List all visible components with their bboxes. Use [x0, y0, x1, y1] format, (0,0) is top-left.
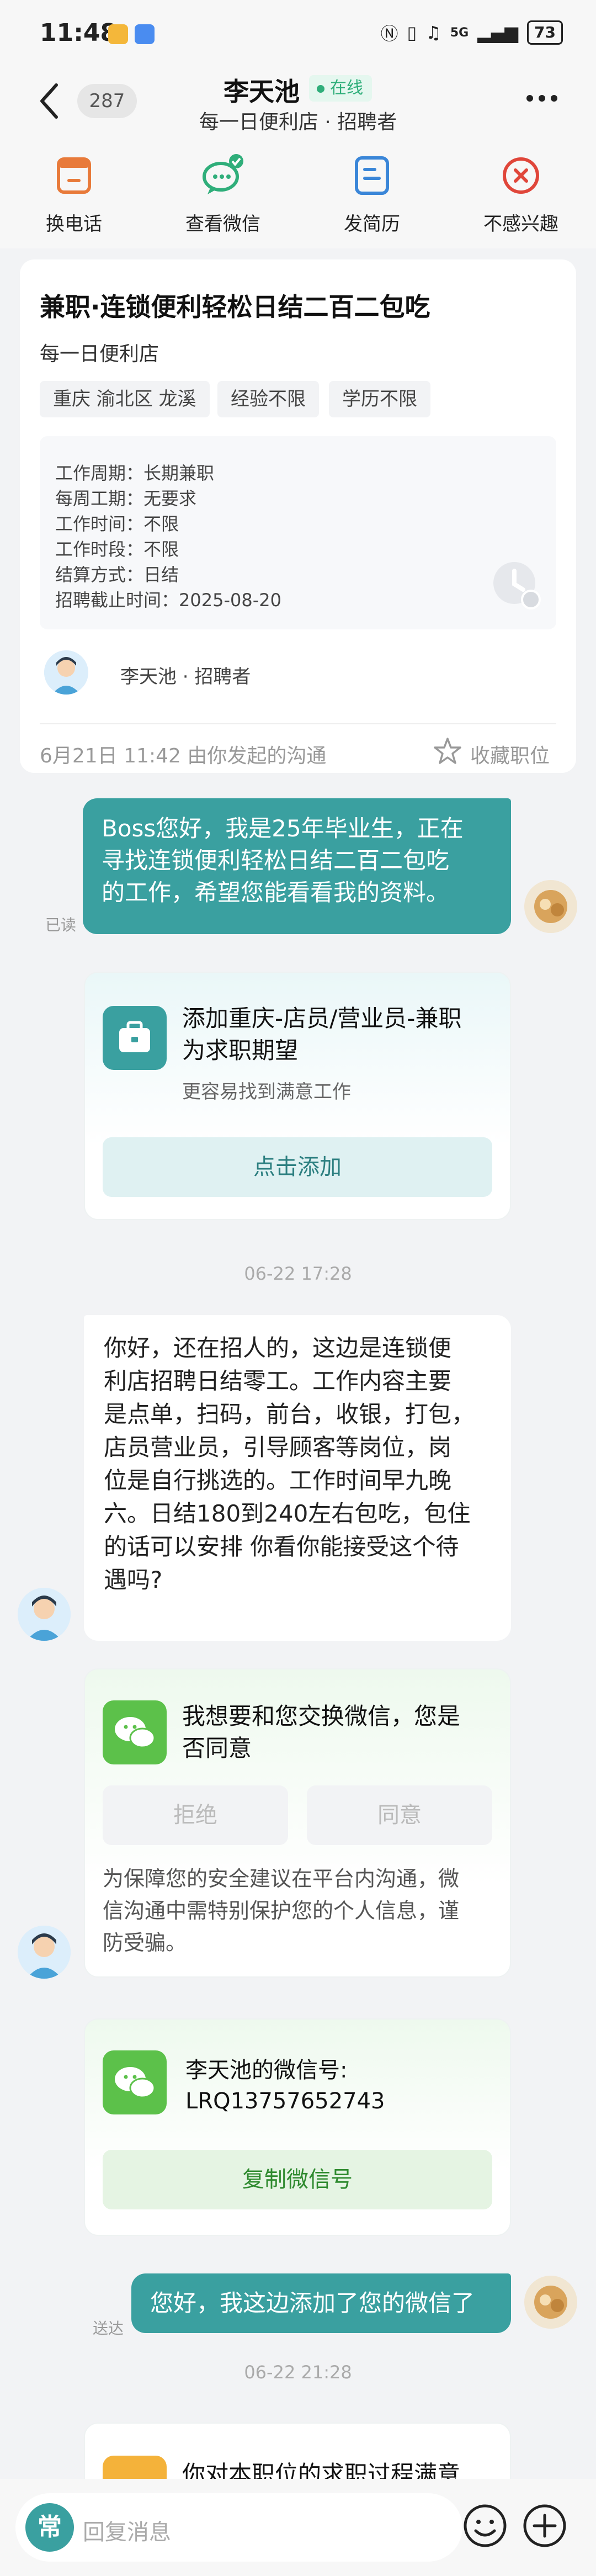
message-line: 是点单，扫码，前台，收银，打包， [104, 1401, 475, 1428]
phone-swap-icon [57, 157, 91, 194]
emoji-icon[interactable] [460, 2501, 510, 2551]
my-avatar[interactable] [524, 2276, 577, 2329]
delivered-status: 送达 [93, 2319, 124, 2338]
star-icon[interactable] [433, 736, 462, 766]
clock-watermark-icon [493, 562, 541, 609]
nfc-icon: Ⓝ [380, 23, 398, 44]
wechat-exchange-title: 我想要和您交换微信，您是 否同意 [182, 1700, 460, 1764]
recruiter-avatar-image [44, 650, 88, 695]
wechat-owner-label: 李天池的微信号: [185, 2058, 348, 2083]
my-avatar-image [524, 2276, 577, 2329]
agree-button[interactable]: 同意 [307, 1785, 492, 1845]
notice-line: 防受骗。 [103, 1931, 187, 1955]
send-resume-label: 发简历 [344, 213, 400, 235]
job-company: 每一日便利店 [40, 343, 159, 365]
add-expectation-button[interactable]: 点击添加 [103, 1137, 492, 1197]
message-line: 的工作，希望您能看看我的资料。 [102, 879, 450, 906]
notice-line: 为保障您的安全建议在平台内沟通，微 [103, 1867, 460, 1891]
reply-placeholder: 回复消息 [83, 2520, 171, 2545]
recruiter-avatar[interactable] [44, 650, 88, 695]
signal-icon: 5G [450, 25, 469, 40]
change-phone-label: 换电话 [46, 213, 102, 235]
view-wechat-label: 查看微信 [185, 213, 260, 235]
job-detail-line: 工作周期：长期兼职 [55, 463, 215, 484]
their-message-bubble[interactable]: 你好，还在招人的，这边是连锁便 利店招聘日结零工。工作内容主要 是点单，扫码，前… [84, 1315, 511, 1641]
card-title-line: 为求职期望 [182, 1037, 299, 1064]
plus-icon[interactable] [520, 2501, 570, 2551]
card-title-line: 否同意 [182, 1735, 252, 1762]
notification-message-icon [135, 24, 155, 44]
job-tag-experience: 经验不限 [217, 381, 319, 417]
wechat-id-value: LRQ13757652743 [185, 2089, 385, 2114]
copy-wechat-button[interactable]: 复制微信号 [103, 2150, 492, 2209]
my-message-bubble[interactable]: Boss您好，我是25年毕业生，正在 寻找连锁便利轻松日结二百二包吃 的工作，希… [83, 798, 511, 934]
add-expectation-title: 添加重庆-店员/营业员-兼职 为求职期望 [182, 1003, 461, 1067]
wechat-safety-notice: 为保障您的安全建议在平台内沟通，微 信沟通中需特别保护您的个人信息，谨 防受骗。 [103, 1863, 459, 1959]
recruiter-chat-avatar-image [18, 1588, 71, 1641]
online-dot-icon [317, 84, 324, 93]
add-expectation-subtitle: 更容易找到满意工作 [182, 1081, 351, 1103]
message-line: 的话可以安排 你看你能接受这个待 [104, 1533, 459, 1560]
job-detail-line: 招聘截止时间：2025-08-20 [55, 590, 281, 611]
view-wechat-button[interactable]: 查看微信 [157, 153, 289, 236]
job-tag-education: 学历不限 [329, 381, 430, 417]
conversation-origin: 6月21日 11:42 由你发起的沟通 [40, 745, 327, 767]
card-title-line: 我想要和您交换微信，您是 [182, 1703, 461, 1730]
message-line: 寻找连锁便利轻松日结二百二包吃 [102, 847, 450, 874]
job-detail-line: 工作时段：不限 [55, 539, 179, 560]
more-options-icon[interactable] [525, 94, 558, 103]
resume-send-icon [355, 156, 389, 195]
status-time: 11:48 [40, 19, 118, 47]
contact-name: 李天池 [223, 77, 300, 107]
contact-subtitle: 每一日便利店 · 招聘者 [199, 111, 397, 134]
job-detail-line: 结算方式：日结 [55, 564, 179, 585]
timestamp: 06-22 21:28 [244, 2362, 352, 2383]
recruiter-chat-avatar-image [18, 1926, 71, 1979]
headphones-icon: ♫ [425, 22, 441, 43]
vibrate-icon: ▯ [407, 22, 417, 43]
briefcase-icon [103, 1006, 167, 1070]
recruiter-chat-avatar[interactable] [18, 1588, 71, 1641]
job-tag-location: 重庆 渝北区 龙溪 [40, 381, 210, 417]
message-line: 利店招聘日结零工。工作内容主要 [104, 1367, 452, 1395]
not-interested-button[interactable]: 不感兴趣 [455, 153, 587, 236]
card-divider [40, 723, 556, 724]
online-status-badge: 在线 [309, 75, 372, 102]
collect-job-button[interactable]: 收藏职位 [470, 740, 550, 768]
wechat-icon [103, 2050, 167, 2114]
my-avatar-image [524, 880, 577, 933]
common-phrases-button[interactable]: 常 [25, 2503, 74, 2552]
status-indicators: Ⓝ ▯ ♫ 5G ▂▄▆ 73 [381, 20, 563, 45]
message-line: 店员营业员，引导顾客等岗位，岗 [104, 1434, 452, 1461]
wechat-icon [103, 1700, 167, 1764]
recruiter-name: 李天池 · 招聘者 [120, 666, 251, 688]
wechat-id-info: 李天池的微信号: LRQ13757652743 [185, 2055, 385, 2117]
job-detail-line: 每周工期：无要求 [55, 488, 197, 509]
read-status: 已读 [45, 916, 77, 934]
send-resume-button[interactable]: 发简历 [306, 153, 438, 236]
battery-icon: 73 [527, 20, 563, 45]
message-line: 遇吗? [104, 1566, 163, 1593]
notice-line: 信沟通中需特别保护您的个人信息，谨 [103, 1899, 460, 1923]
not-interested-label: 不感兴趣 [483, 213, 558, 235]
recruiter-chat-avatar[interactable] [18, 1926, 71, 1979]
job-detail-line: 工作时间：不限 [55, 513, 179, 534]
message-line: 六。日结180到240左右包吃，包住 [104, 1500, 471, 1527]
my-message-bubble[interactable]: 您好，我这边添加了您的微信了 [131, 2273, 511, 2333]
notification-app-icon [108, 24, 128, 44]
timestamp: 06-22 17:28 [244, 1263, 352, 1284]
not-interested-icon [503, 157, 539, 194]
my-avatar[interactable] [524, 880, 577, 933]
card-title-line: 添加重庆-店员/营业员-兼职 [182, 1005, 462, 1032]
job-title: 兼职·连锁便利轻松日结二百二包吃 [40, 292, 430, 322]
message-line: 位是自行挑选的。工作时间早九晚 [104, 1467, 452, 1494]
reject-button[interactable]: 拒绝 [103, 1785, 288, 1845]
message-line: 你好，还在招人的，这边是连锁便 [104, 1334, 452, 1361]
message-line: Boss您好，我是25年毕业生，正在 [102, 815, 464, 842]
signal-bars-icon: ▂▄▆ [477, 22, 519, 43]
wechat-view-icon [203, 154, 243, 194]
change-phone-button[interactable]: 换电话 [8, 153, 140, 236]
